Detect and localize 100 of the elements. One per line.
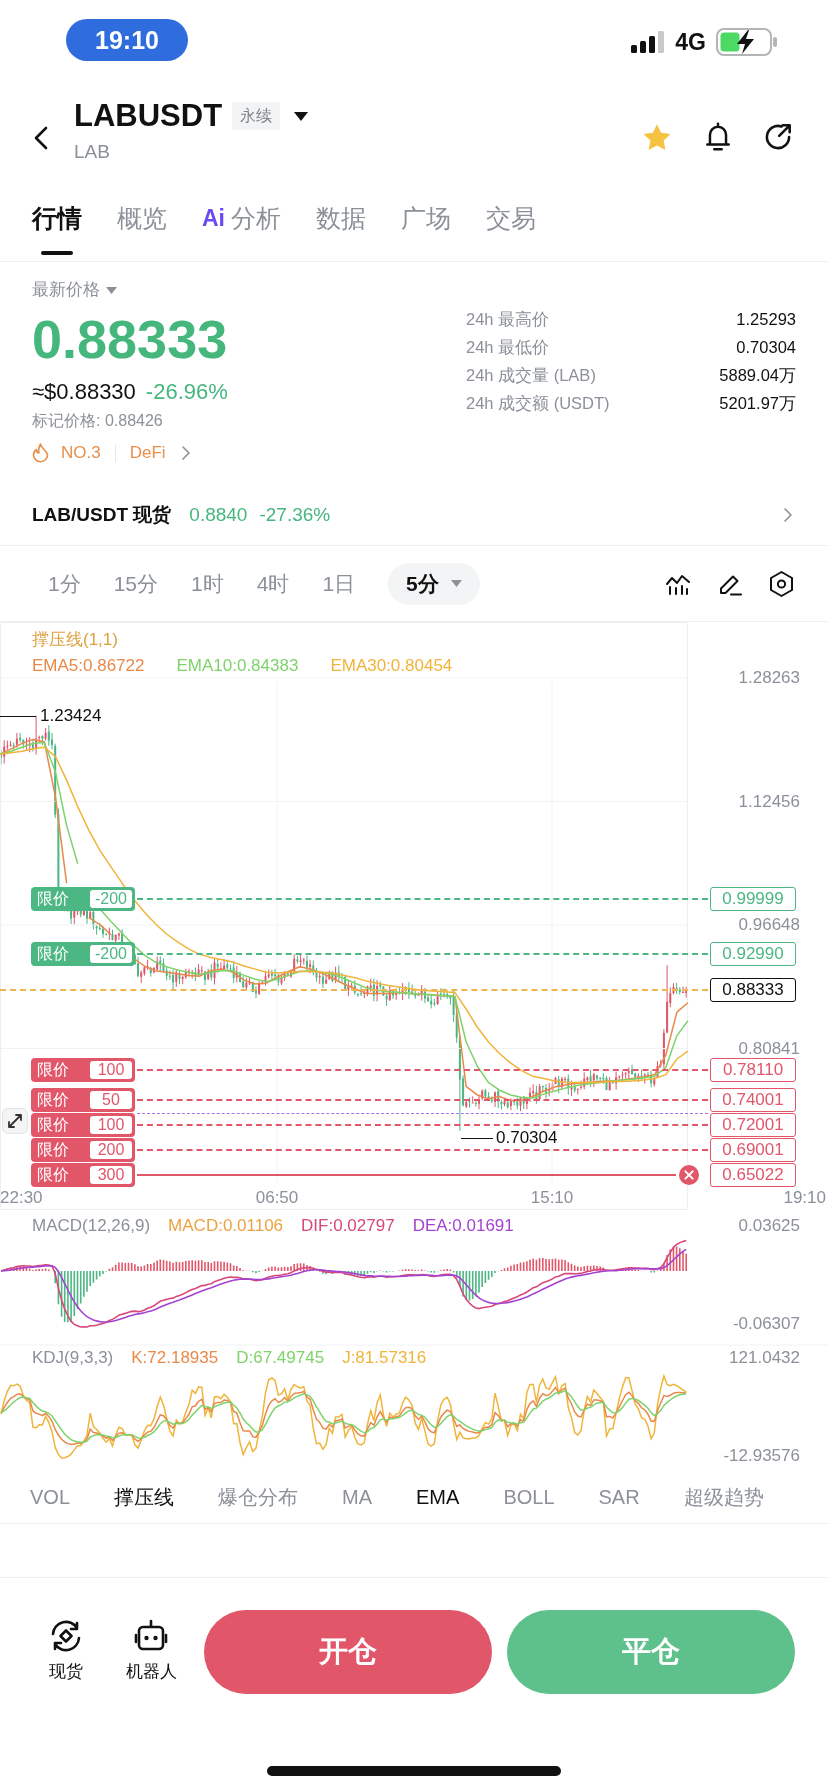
ema-value: EMA5:0.86722	[32, 656, 145, 676]
indicator-axis-label: -12.93576	[723, 1446, 800, 1466]
stat-value: 5201.97万	[719, 393, 796, 414]
tab[interactable]: 交易	[486, 180, 536, 255]
usd-price: ≈$0.88330	[32, 378, 136, 406]
order-type-label: 限价	[37, 889, 69, 908]
contract-badge: 永续	[232, 102, 281, 130]
indicator-tab[interactable]: 撑压线	[114, 1482, 175, 1511]
indicator-tab[interactable]: 超级趋势	[683, 1482, 764, 1511]
order-quantity: 300	[90, 1166, 132, 1184]
order-price: 0.74001	[710, 1088, 796, 1112]
ai-label: Ai	[202, 204, 225, 233]
spot-pair-label[interactable]: LAB/USDT 现货	[32, 501, 172, 528]
battery-charging-icon	[716, 28, 778, 56]
indicator-axis-label: -0.06307	[732, 1314, 800, 1334]
signal-icon	[631, 31, 666, 53]
circular-arrow-icon[interactable]	[764, 123, 792, 151]
stat-value: 5889.04万	[719, 365, 796, 386]
interval-tab[interactable]: 1分	[48, 562, 81, 605]
rank-tag[interactable]: NO.3	[61, 441, 101, 465]
indicator-value: D:67.49745	[236, 1348, 325, 1368]
status-time: 19:10	[66, 19, 188, 61]
time-axis-label: 19:10	[783, 1188, 826, 1208]
interval-tab[interactable]: 1时	[191, 562, 224, 605]
indicator-tab[interactable]: EMA	[416, 1482, 460, 1511]
interval-tab[interactable]: 1日	[322, 562, 356, 605]
flame-icon	[32, 443, 49, 463]
chart-indicator-icon[interactable]	[666, 572, 690, 595]
order-tag[interactable]: 限价 300	[31, 1163, 135, 1187]
tab[interactable]: 行情	[32, 180, 82, 255]
indicator-value: J:81.57316	[342, 1348, 427, 1368]
tab[interactable]: 概览	[117, 180, 167, 255]
price-axis-label: 1.12456	[737, 792, 800, 811]
order-tag[interactable]: 限价 100	[31, 1057, 135, 1082]
cycle-arrows-icon	[49, 1619, 83, 1653]
tab[interactable]: Ai 分析	[202, 180, 281, 255]
shortcut-button[interactable]: 机器人	[118, 1610, 184, 1683]
order-tag[interactable]: 限价 200	[31, 1138, 135, 1162]
symbol-title: LABUSDT	[74, 98, 223, 134]
open-position-button[interactable]: 开仓	[204, 1610, 492, 1694]
chevron-right-icon[interactable]	[181, 446, 190, 460]
settings-icon[interactable]	[770, 570, 793, 597]
order-quantity: -200	[90, 889, 132, 908]
stat-label: 24h 最低价	[466, 337, 550, 358]
price-axis-label: 0.80841	[737, 1039, 800, 1058]
price-change: -26.96%	[145, 378, 228, 406]
indicator-value: DEA:0.01691	[412, 1216, 514, 1236]
order-tag[interactable]: 限价 50	[31, 1088, 135, 1112]
price-type-label: 最新价格	[32, 279, 100, 301]
spot-change: -27.36%	[259, 502, 331, 527]
order-type-label: 限价	[37, 1091, 69, 1109]
tab[interactable]: 广场	[401, 180, 451, 255]
close-position-button[interactable]: 平仓	[507, 1610, 795, 1694]
network-label: 4G	[675, 28, 706, 56]
order-type-label: 限价	[37, 1166, 69, 1184]
indicator-tab[interactable]: SAR	[598, 1482, 640, 1511]
shortcut-button[interactable]: 现货	[36, 1610, 96, 1683]
indicator-tab[interactable]: BOLL	[503, 1482, 555, 1511]
price-axis-label: 0.96648	[737, 916, 800, 934]
order-price: 0.69001	[710, 1138, 796, 1162]
bell-icon[interactable]	[705, 122, 731, 152]
order-type-label: 限价	[37, 1060, 69, 1079]
spot-price: 0.8840	[189, 502, 248, 527]
sector-tag[interactable]: DeFi	[129, 441, 166, 465]
high-price-label: 1.23424	[40, 706, 102, 726]
tab[interactable]: 数据	[316, 180, 366, 255]
ema-value: EMA30:0.80454	[330, 656, 453, 676]
close-icon[interactable]	[679, 1165, 699, 1185]
interval-tab[interactable]: 5分	[388, 562, 480, 605]
indicator-tab[interactable]: MA	[342, 1482, 373, 1511]
indicator-title: KDJ(9,3,3)	[32, 1348, 114, 1368]
chevron-right-icon[interactable]	[784, 507, 792, 522]
indicator-value: MACD:0.01106	[168, 1216, 284, 1236]
stat-value: 1.25293	[736, 309, 796, 330]
order-tag[interactable]: 限价 100	[31, 1113, 135, 1137]
base-asset-label: LAB	[74, 140, 110, 164]
indicator-value: DIF:0.02797	[301, 1216, 395, 1236]
interval-tab[interactable]: 4时	[256, 562, 290, 605]
time-axis-label: 06:50	[255, 1188, 299, 1208]
indicator-title: MACD(12,26,9)	[32, 1216, 151, 1236]
caret-down-icon[interactable]	[294, 111, 309, 121]
indicator-tab[interactable]: 爆仓分布	[218, 1482, 299, 1511]
expand-icon[interactable]	[2, 1108, 28, 1134]
last-price: 0.88333	[32, 309, 228, 369]
robot-icon	[134, 1619, 168, 1653]
shortcut-label: 现货	[49, 1661, 83, 1683]
order-quantity: 200	[90, 1141, 132, 1159]
shortcut-label: 机器人	[125, 1661, 177, 1683]
stat-value: 0.70304	[736, 337, 796, 358]
low-leader-line	[461, 1138, 493, 1139]
order-price: 0.78110	[710, 1057, 796, 1082]
indicator-axis-label: 121.0432	[729, 1348, 800, 1368]
order-tag[interactable]: 限价 -200	[31, 941, 135, 966]
overlay-label: 撑压线(1,1)	[32, 630, 118, 650]
interval-tab[interactable]: 15分	[113, 562, 159, 605]
back-icon[interactable]	[34, 126, 48, 150]
order-tag[interactable]: 限价 -200	[31, 886, 135, 911]
indicator-tab[interactable]: VOL	[30, 1482, 71, 1511]
order-price: 0.92990	[710, 941, 796, 966]
star-icon[interactable]	[642, 122, 672, 152]
